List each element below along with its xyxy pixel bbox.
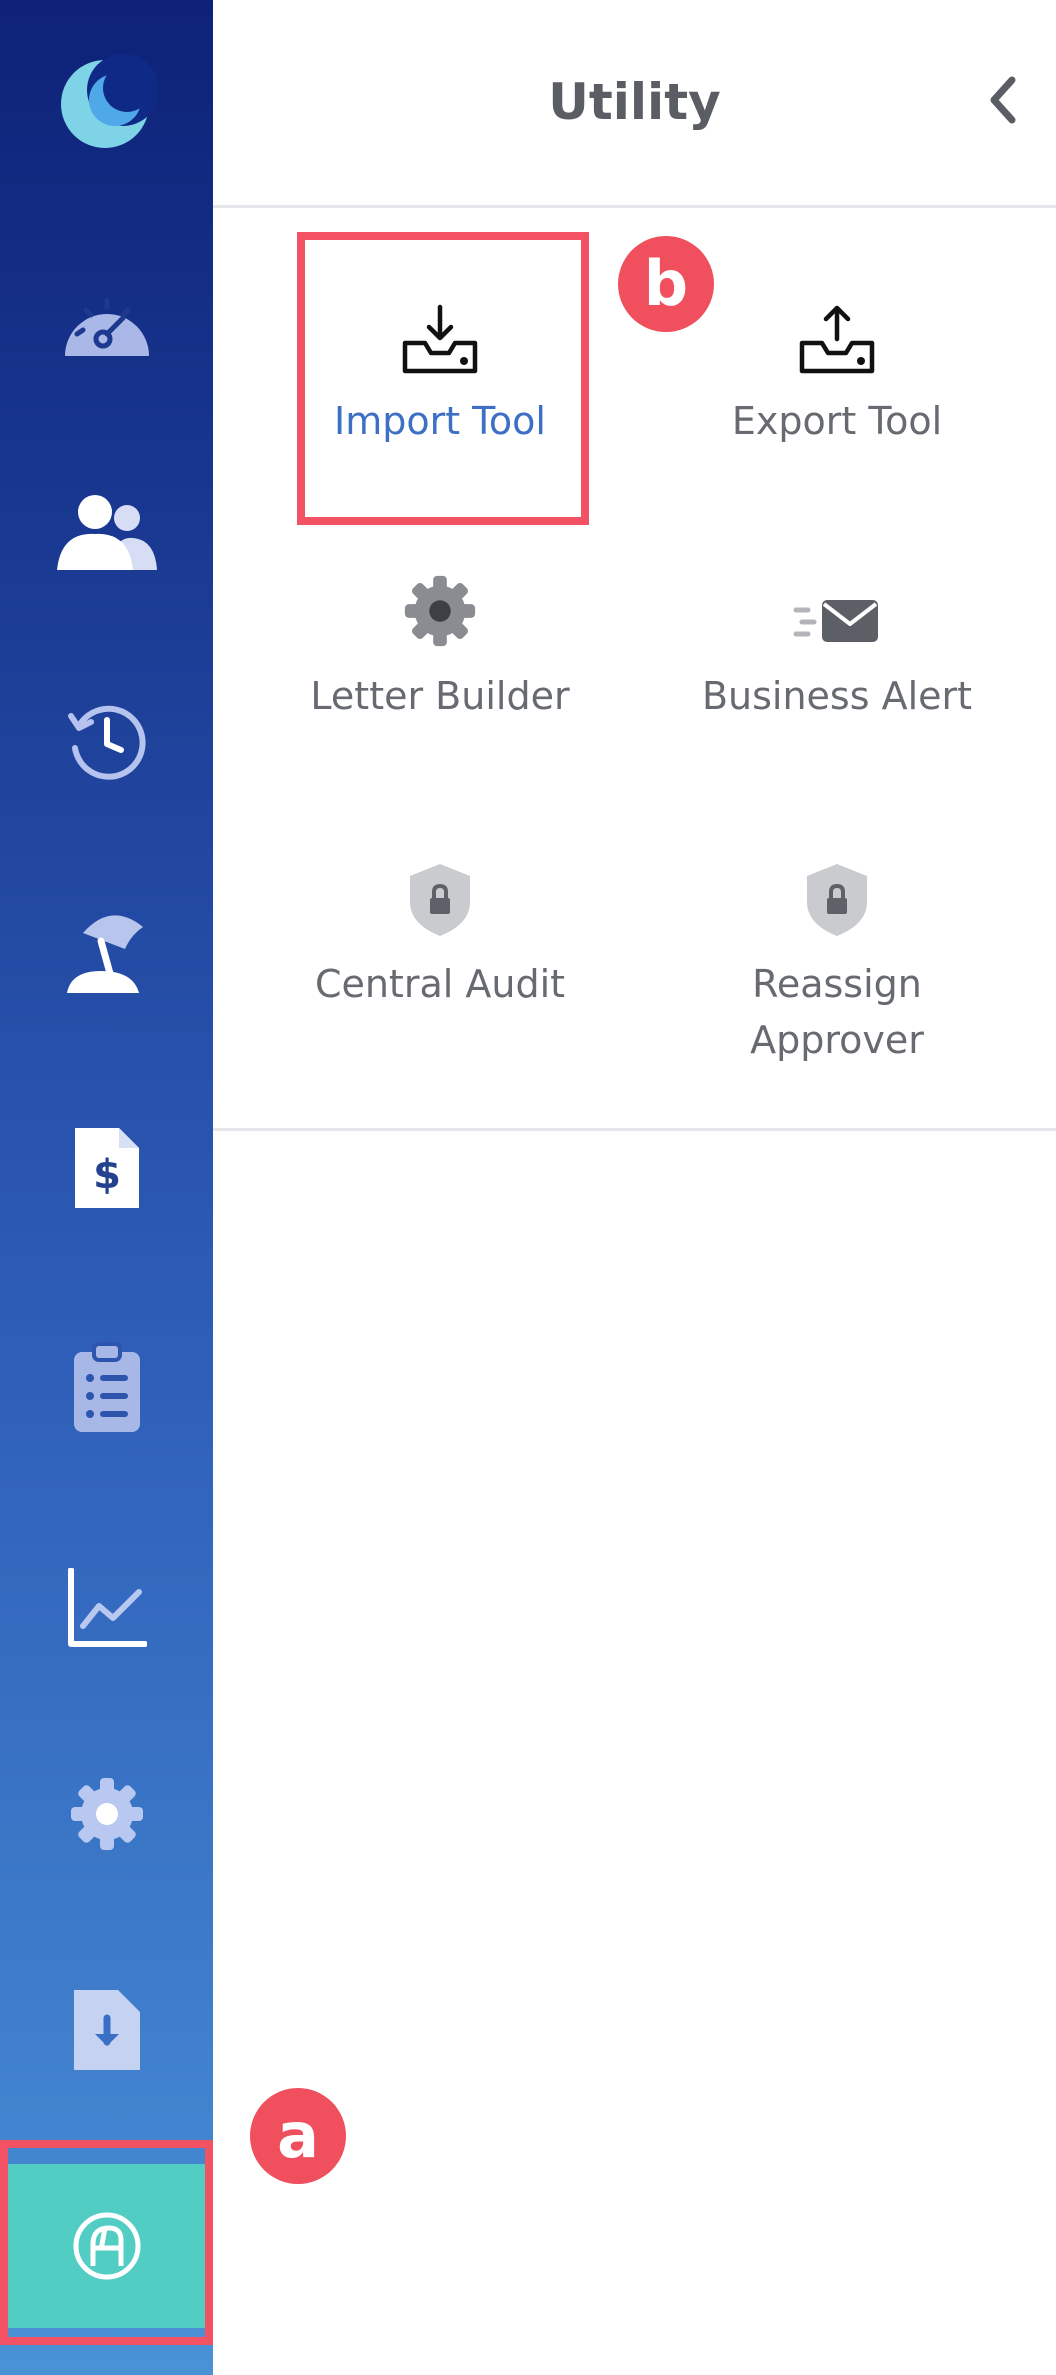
export-tool-label: Export Tool bbox=[731, 399, 943, 443]
central-audit-label: Central Audit bbox=[314, 962, 566, 1006]
letter-builder-button[interactable]: Letter Builder bbox=[250, 570, 630, 724]
header-divider bbox=[213, 205, 1056, 208]
sidebar-item-leave[interactable] bbox=[0, 890, 213, 1010]
page-title: Utility bbox=[548, 73, 721, 131]
sidebar-item-payroll[interactable]: $ bbox=[0, 1108, 213, 1228]
history-clock-icon bbox=[67, 705, 146, 780]
reassign-approver-button[interactable]: Reassign Approver bbox=[647, 858, 1027, 1068]
shield-lock-icon bbox=[807, 864, 867, 936]
shield-lock-icon bbox=[410, 864, 470, 936]
central-audit-button[interactable]: Central Audit bbox=[250, 858, 630, 1012]
document-download-icon bbox=[73, 1990, 140, 2070]
beach-umbrella-icon bbox=[66, 915, 143, 993]
invoice-dollar-icon: $ bbox=[74, 1128, 139, 1208]
sidebar-item-people[interactable] bbox=[0, 472, 213, 592]
annotation-a-badge: a bbox=[250, 2088, 346, 2184]
reassign-approver-label: Reassign Approver bbox=[750, 962, 924, 1062]
business-alert-button[interactable]: Business Alert bbox=[647, 570, 1027, 724]
export-tool-button[interactable]: Export Tool bbox=[647, 295, 1027, 449]
collapse-button[interactable] bbox=[980, 70, 1028, 134]
annotation-b-box bbox=[297, 232, 589, 525]
export-icon bbox=[799, 305, 875, 374]
letter-builder-label: Letter Builder bbox=[310, 674, 570, 718]
gear-icon bbox=[404, 575, 476, 647]
svg-text:$: $ bbox=[93, 1152, 121, 1198]
tools-divider bbox=[213, 1128, 1056, 1131]
sidebar-item-documents[interactable] bbox=[0, 1970, 213, 2090]
sidebar-item-settings[interactable] bbox=[0, 1754, 213, 1874]
chevron-left-icon bbox=[990, 76, 1016, 124]
sidebar: $ bbox=[0, 0, 213, 2375]
mail-icon bbox=[793, 600, 878, 642]
business-alert-label: Business Alert bbox=[701, 674, 973, 718]
sidebar-item-reports[interactable] bbox=[0, 1548, 213, 1668]
annotation-a-box bbox=[0, 2140, 213, 2345]
gear-icon bbox=[70, 1778, 143, 1850]
line-chart-icon bbox=[67, 1568, 147, 1647]
users-icon bbox=[56, 495, 157, 570]
sidebar-item-tasks[interactable] bbox=[0, 1328, 213, 1448]
app-logo[interactable] bbox=[0, 42, 213, 162]
clipboard-list-icon bbox=[73, 1342, 140, 1432]
moon-logo-icon bbox=[60, 54, 157, 148]
speedometer-icon bbox=[64, 297, 149, 356]
sidebar-item-dashboard[interactable] bbox=[0, 262, 213, 382]
annotation-b-badge: b bbox=[618, 236, 714, 332]
sidebar-item-history[interactable] bbox=[0, 680, 213, 800]
